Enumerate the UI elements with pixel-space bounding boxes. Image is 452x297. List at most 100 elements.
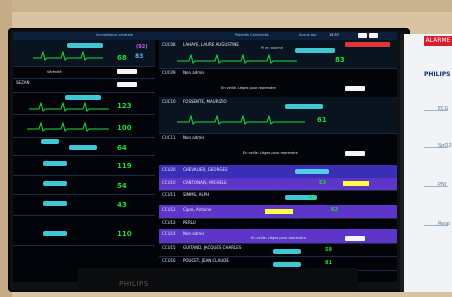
warning-banner[interactable] xyxy=(265,209,293,214)
patient-name: LAHAYE, LAURE AUGUSTINE xyxy=(183,42,239,47)
heart-rate: 100 xyxy=(117,124,132,132)
monitor-brand: PHILIPS xyxy=(119,280,149,288)
bed-id: CCU16 xyxy=(162,258,176,263)
heart-rate: 123 xyxy=(117,102,132,110)
monitor-tag[interactable] xyxy=(285,104,323,109)
heart-rate: 54 xyxy=(117,182,127,190)
bed-id: CCU20 xyxy=(162,167,176,172)
monitor-tag[interactable] xyxy=(41,139,59,144)
patient-row[interactable]: CCU20 CHEVALIER, GEORGES xyxy=(159,165,397,179)
monitor-tag[interactable] xyxy=(43,181,67,186)
monitor-tag[interactable] xyxy=(65,95,101,100)
left-patient-list: 68 (92) 83 Sérénité SEZAN 123 100 64 119… xyxy=(13,40,155,282)
heart-rate: 81 xyxy=(325,260,332,266)
heart-rate: 42 xyxy=(309,195,316,201)
status-text: PI en alarme xyxy=(261,46,283,50)
screen-header: Surveillance centrale Patients Connectés… xyxy=(13,32,397,40)
monitor-tag[interactable] xyxy=(273,262,301,267)
monitor-tag[interactable] xyxy=(67,43,103,48)
patient-row[interactable]: CUC11 Non admis En veille. Lèges pour re… xyxy=(159,133,397,166)
patient-name: Non admis xyxy=(183,70,205,75)
heart-rate: 62 xyxy=(331,207,338,213)
patient-name: POUCET, JEAN CLAUDE xyxy=(183,258,229,263)
patient-name: CHEVALIER, GEORGES xyxy=(183,167,228,172)
ecg-wave xyxy=(33,51,103,61)
patient-row[interactable]: CCU12 Cipro, Antoine 62 xyxy=(159,205,397,219)
bed-id: CCU11 xyxy=(162,192,176,197)
monitor: Surveillance centrale Patients Connectés… xyxy=(8,28,410,292)
side-label: PNI xyxy=(438,182,447,188)
bed-id: CCU14 xyxy=(162,231,176,236)
ecg-wave xyxy=(27,122,109,132)
blood-pressure: 83 xyxy=(135,53,144,60)
patient-row[interactable]: CUC08 LAHAYE, LAURE AUGUSTINE PI en alar… xyxy=(159,40,397,69)
monitor-tag[interactable] xyxy=(295,169,329,174)
side-alarm[interactable]: ALARME xyxy=(424,36,452,46)
left-row[interactable]: SEZAN xyxy=(13,78,155,93)
wall xyxy=(0,0,452,12)
resume-button[interactable] xyxy=(345,151,365,156)
monitor-tag[interactable] xyxy=(273,249,301,254)
bed-id: CCU15 xyxy=(162,245,176,250)
bed-id: CCU10 xyxy=(162,180,176,185)
heart-rate: 58 xyxy=(325,247,332,253)
left-row[interactable]: 119 xyxy=(13,155,155,176)
resume-button[interactable] xyxy=(117,82,137,87)
monitor-tag[interactable] xyxy=(43,231,67,236)
left-row[interactable]: 110 xyxy=(13,215,155,246)
right-patient-list: CUC08 LAHAYE, LAURE AUGUSTINE PI en alar… xyxy=(159,40,397,282)
bell-icon[interactable] xyxy=(358,33,367,38)
heart-rate: 83 xyxy=(335,56,345,64)
patient-name: Non admis xyxy=(183,135,205,140)
menu-icon[interactable] xyxy=(369,33,378,38)
heart-rate: 61 xyxy=(317,116,327,124)
patient-row[interactable]: CCU14 Non admis En veille. Lèges pour re… xyxy=(159,229,397,244)
bed-id: CUC08 xyxy=(162,42,176,47)
left-row[interactable]: 54 xyxy=(13,175,155,195)
left-name: SEZAN xyxy=(16,80,30,85)
monitor-tag[interactable] xyxy=(295,48,335,53)
patient-name: Cipro, Antoine xyxy=(183,207,212,212)
left-row[interactable]: 68 (92) 83 xyxy=(13,40,155,67)
side-label: ECG xyxy=(438,106,449,112)
patient-name: CANTONAIS, MICHELE xyxy=(183,180,227,185)
monitor-tag[interactable] xyxy=(43,201,67,206)
patient-name: PERLU xyxy=(183,220,196,225)
left-row[interactable]: 43 xyxy=(13,194,155,216)
heart-rate: 43 xyxy=(117,201,127,209)
left-row[interactable]: 100 xyxy=(13,114,155,138)
bed-id: CUC09 xyxy=(162,70,176,75)
ecg-wave xyxy=(177,115,305,125)
patient-row[interactable]: CUC10 FOSSENTE, MAURIZIO 61 xyxy=(159,97,397,134)
alarm-banner[interactable] xyxy=(345,42,390,47)
patient-row[interactable]: CCU11 SIMMS, ALPH 42 xyxy=(159,190,397,206)
bed-id: CCU13 xyxy=(162,220,176,225)
header-left: Surveillance centrale xyxy=(96,33,133,37)
side-label: Resp xyxy=(438,221,451,227)
resume-button[interactable] xyxy=(117,69,137,74)
left-row[interactable]: 123 xyxy=(13,92,155,115)
bed-id: CUC10 xyxy=(162,99,176,104)
ecg-wave xyxy=(29,102,109,112)
heart-rate: 53 xyxy=(319,180,326,186)
header-center: Patients Connectés xyxy=(235,33,269,37)
standby-note: Sérénité xyxy=(47,70,62,74)
resume-button[interactable] xyxy=(345,236,365,241)
patient-row[interactable]: CCU15 GUITAND, JACQUES CHARLES 58 xyxy=(159,243,397,257)
monitor-tag[interactable] xyxy=(43,161,67,166)
heart-rate: 119 xyxy=(117,162,132,170)
patient-name: FOSSENTE, MAURIZIO xyxy=(183,99,227,104)
side-brand: PHILIPS xyxy=(424,71,451,78)
ecg-wave xyxy=(177,54,297,64)
header-time: 15:57 xyxy=(329,33,340,37)
left-row[interactable]: 64 xyxy=(13,137,155,156)
warning-banner[interactable] xyxy=(343,181,369,186)
patient-name: GUITAND, JACQUES CHARLES xyxy=(183,245,242,250)
standby-note: En veille. Lèges pour reprendre xyxy=(243,151,298,155)
standby-note: En veille. Lèges pour reprendre xyxy=(221,86,276,90)
resume-button[interactable] xyxy=(345,86,365,91)
patient-row[interactable]: CUC09 Non admis En veille. Lèges pour re… xyxy=(159,68,397,98)
alarm-tag[interactable] xyxy=(69,145,97,150)
patient-name: Non admis xyxy=(183,231,205,236)
side-label: SpO2 xyxy=(438,143,452,149)
